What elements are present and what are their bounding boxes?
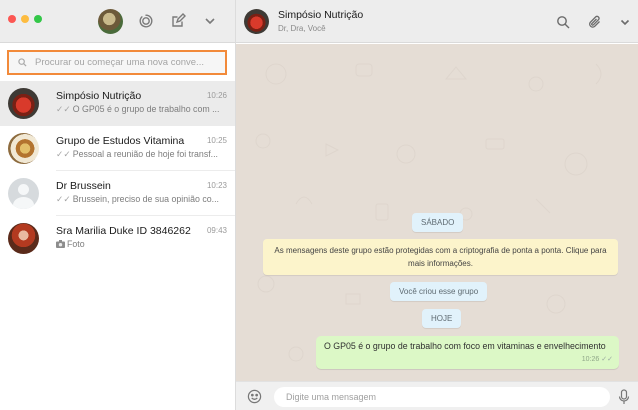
outgoing-message[interactable]: O GP05 é o grupo de trabalho com foco em…	[316, 336, 619, 369]
chat-time: 10:26	[206, 91, 227, 100]
chat-time: 09:43	[206, 226, 227, 235]
date-separator: SÁBADO	[412, 213, 464, 232]
maximize-window-button[interactable]	[34, 15, 42, 23]
my-profile-avatar[interactable]	[98, 9, 123, 34]
microphone-icon[interactable]	[618, 389, 630, 405]
encryption-notice[interactable]: As mensagens deste grupo estão protegida…	[263, 239, 618, 275]
window-controls	[8, 15, 42, 23]
conversation-participants: Dr, Dra, Você	[278, 24, 326, 33]
avatar	[8, 133, 39, 164]
date-separator: HOJE	[422, 309, 462, 328]
search-box	[7, 50, 227, 75]
read-ticks-icon: ✓✓	[601, 356, 613, 363]
chevron-down-icon[interactable]	[200, 11, 220, 31]
sent-ticks-icon: ✓✓	[56, 104, 71, 114]
conversation-panel: Simpósio Nutrição Dr, Dra, Você SÁBADO A…	[236, 0, 638, 410]
avatar	[8, 88, 39, 119]
chat-item-sra-marilia-duke[interactable]: Sra Marilia Duke ID 3846262 09:43 Foto	[0, 216, 235, 261]
chevron-down-icon[interactable]	[616, 13, 634, 31]
message-input[interactable]	[274, 387, 610, 407]
conversation-title: Simpósio Nutrição	[278, 9, 364, 21]
new-chat-icon[interactable]	[168, 11, 188, 31]
chat-preview: Foto	[56, 239, 228, 249]
chat-name: Dr Brussein	[56, 180, 111, 192]
group-avatar[interactable]	[244, 9, 269, 34]
chat-time: 10:23	[206, 181, 227, 190]
sent-ticks-icon: ✓✓	[56, 194, 71, 204]
default-avatar-icon	[8, 178, 39, 209]
close-window-button[interactable]	[8, 15, 16, 23]
chat-name: Sra Marilia Duke ID 3846262	[56, 225, 191, 237]
chat-preview: ✓✓ O GP05 é o grupo de trabalho com ...	[56, 104, 220, 114]
search-icon[interactable]	[554, 13, 572, 31]
chat-list-panel: Simpósio Nutrição 10:26 ✓✓O GP05 é o gru…	[0, 0, 236, 410]
chat-list: Simpósio Nutrição 10:26 ✓✓ O GP05 é o gru…	[0, 81, 235, 261]
left-header	[0, 0, 235, 43]
minimize-window-button[interactable]	[21, 15, 29, 23]
camera-icon	[56, 240, 65, 248]
message-meta: 10:26 ✓✓	[582, 354, 613, 366]
search-icon	[9, 58, 35, 67]
message-text: O GP05 é o grupo de trabalho com foco em…	[324, 341, 606, 351]
chat-item-simposio-nutricao[interactable]: Simpósio Nutrição 10:26 ✓✓ O GP05 é o gru…	[0, 81, 235, 126]
avatar	[8, 223, 39, 254]
message-area[interactable]: SÁBADO As mensagens deste grupo estão pr…	[236, 44, 638, 381]
chat-name: Grupo de Estudos Vitamina	[56, 135, 185, 147]
status-icon[interactable]	[136, 11, 156, 31]
chat-preview: ✓✓ Pessoal a reunião de hoje foi transf..…	[56, 149, 218, 159]
emoji-icon[interactable]	[247, 389, 262, 404]
composer-bar	[236, 381, 638, 410]
chat-preview: ✓✓ Brussein, preciso de sua opinião co...	[56, 194, 219, 204]
chat-name: Simpósio Nutrição	[56, 90, 142, 102]
paperclip-icon[interactable]	[586, 13, 604, 31]
conversation-header[interactable]: Simpósio Nutrição Dr, Dra, Você	[236, 0, 638, 43]
group-created-system-message: Você criou esse grupo	[390, 282, 488, 301]
chat-item-grupo-estudos-vitamina[interactable]: Grupo de Estudos Vitamina 10:25 ✓✓ Pessoa…	[0, 126, 235, 171]
chat-item-dr-brussein[interactable]: Dr Brussein 10:23 ✓✓ Brussein, preciso de…	[0, 171, 235, 216]
chat-time: 10:25	[206, 136, 227, 145]
message-time: 10:26	[581, 356, 600, 363]
sent-ticks-icon: ✓✓	[56, 149, 71, 159]
search-input[interactable]	[35, 57, 221, 68]
